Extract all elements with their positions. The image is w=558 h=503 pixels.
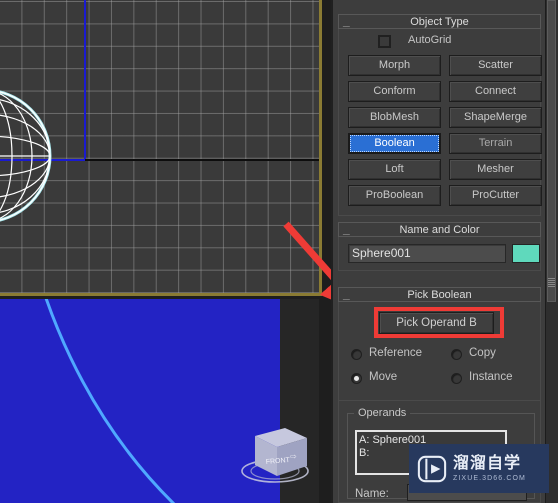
axis-line-vertical xyxy=(84,0,86,160)
rollout-header-pick-boolean[interactable]: _ Pick Boolean xyxy=(338,287,541,302)
viewcube[interactable]: FRONT ⇨ xyxy=(237,414,313,486)
rollout-title: Pick Boolean xyxy=(407,289,472,301)
rollout-header-object-type[interactable]: _ Object Type xyxy=(338,14,541,29)
operand-name-label: Name: xyxy=(355,488,389,500)
sphere-wireframe-object[interactable]: x xyxy=(0,70,62,230)
annotation-highlight-box xyxy=(374,307,504,338)
viewport-bottom-shaded[interactable]: FRONT ⇨ xyxy=(0,299,319,503)
collapse-icon[interactable]: _ xyxy=(343,15,350,30)
watermark-text: 溜溜自学 ZIXUE.3D66.COM xyxy=(453,454,526,482)
rollout-title: Object Type xyxy=(410,16,469,28)
object-type-button-boolean[interactable]: Boolean xyxy=(348,133,441,154)
viewport-area: x FRONT ⇨ xyxy=(0,0,331,503)
object-type-button-terrain[interactable]: Terrain xyxy=(449,133,542,154)
watermark-subtitle: ZIXUE.3D66.COM xyxy=(453,474,526,482)
svg-text:⇨: ⇨ xyxy=(290,452,297,461)
rollout-body-pick-boolean: Pick Operand B Reference Copy Move Insta… xyxy=(338,302,541,405)
radio-label-instance: Instance xyxy=(469,371,513,383)
command-panel-scrollbar[interactable] xyxy=(545,0,558,503)
object-name-input[interactable]: Sphere001 xyxy=(348,244,506,263)
axis-line-horizontal xyxy=(84,159,319,161)
radio-move[interactable] xyxy=(351,373,362,384)
rollout-name-and-color: _ Name and Color Sphere001 xyxy=(338,222,541,271)
rollout-title: Name and Color xyxy=(399,224,480,236)
object-type-button-procutter[interactable]: ProCutter xyxy=(449,185,542,206)
radio-label-copy: Copy xyxy=(469,347,496,359)
boolean-clone-options-row-2: Move Instance xyxy=(339,368,540,390)
object-type-button-loft[interactable]: Loft xyxy=(348,159,441,180)
command-panel: _ Object Type AutoGrid Morph Scatter Con… xyxy=(331,0,558,503)
object-type-button-blobmesh[interactable]: BlobMesh xyxy=(348,107,441,128)
rollout-body-object-type: AutoGrid Morph Scatter Conform Connect B… xyxy=(338,29,542,216)
scrollbar-grip-icon xyxy=(548,278,555,287)
operands-group-title: Operands xyxy=(354,407,411,419)
object-color-swatch[interactable] xyxy=(512,244,540,263)
rollout-pick-boolean: _ Pick Boolean Pick Operand B Reference … xyxy=(338,287,541,405)
radio-copy[interactable] xyxy=(451,349,462,360)
rollout-header-name-and-color[interactable]: _ Name and Color xyxy=(338,222,541,237)
command-panel-content: _ Object Type AutoGrid Morph Scatter Con… xyxy=(333,0,546,503)
autogrid-checkbox[interactable] xyxy=(378,35,391,48)
object-type-button-mesher[interactable]: Mesher xyxy=(449,159,542,180)
radio-instance[interactable] xyxy=(451,373,462,384)
object-type-button-connect[interactable]: Connect xyxy=(449,81,542,102)
autogrid-label: AutoGrid xyxy=(408,34,452,46)
rollout-object-type: _ Object Type AutoGrid Morph Scatter Con… xyxy=(338,14,542,216)
play-badge-icon xyxy=(417,455,447,482)
viewport-top-grid[interactable]: x xyxy=(0,0,322,296)
boolean-clone-options-row-1: Reference Copy xyxy=(339,344,540,366)
object-type-button-proboolean[interactable]: ProBoolean xyxy=(348,185,441,206)
scrollbar-thumb[interactable] xyxy=(547,0,556,302)
watermark: 溜溜自学 ZIXUE.3D66.COM xyxy=(409,444,549,493)
collapse-icon[interactable]: _ xyxy=(343,288,350,303)
object-type-button-scatter[interactable]: Scatter xyxy=(449,55,542,76)
radio-label-move: Move xyxy=(369,371,398,383)
radio-label-reference: Reference xyxy=(369,347,423,359)
watermark-title: 溜溜自学 xyxy=(453,454,522,472)
radio-reference[interactable] xyxy=(351,349,362,360)
rollout-body-name-and-color: Sphere001 xyxy=(338,237,541,271)
object-type-button-morph[interactable]: Morph xyxy=(348,55,441,76)
object-type-button-shapemerge[interactable]: ShapeMerge xyxy=(449,107,542,128)
object-type-button-conform[interactable]: Conform xyxy=(348,81,441,102)
app-root: x FRONT ⇨ xyxy=(0,0,558,503)
autogrid-row[interactable]: AutoGrid xyxy=(339,29,540,55)
collapse-icon[interactable]: _ xyxy=(343,223,350,238)
